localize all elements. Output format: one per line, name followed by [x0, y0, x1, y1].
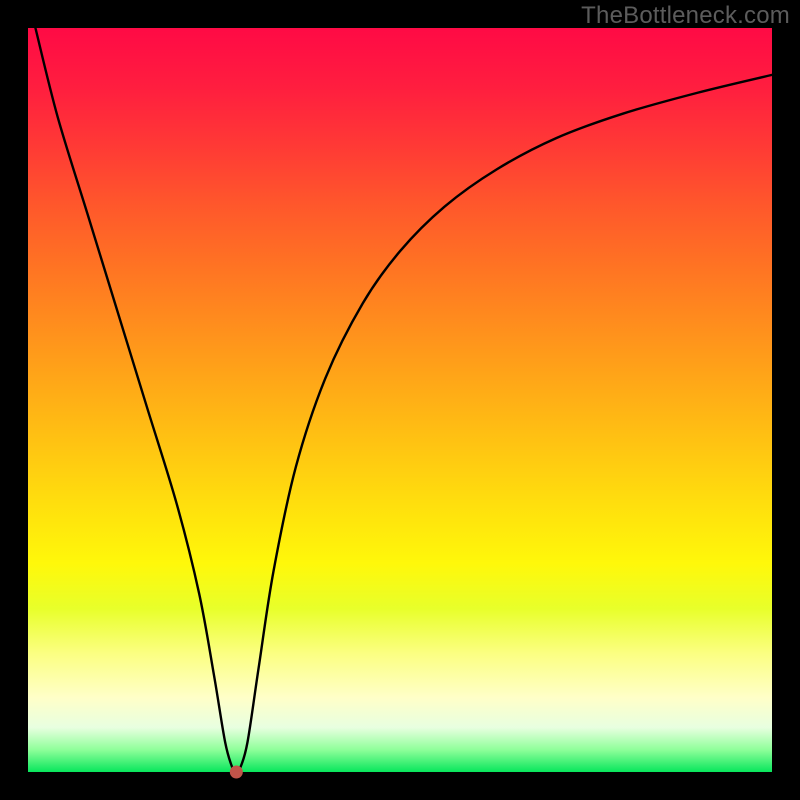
plot-area — [28, 28, 772, 772]
curve-svg — [28, 28, 772, 772]
curve-line — [35, 28, 772, 772]
chart-frame: TheBottleneck.com — [0, 0, 800, 800]
minimum-marker — [230, 766, 242, 778]
watermark-text: TheBottleneck.com — [581, 2, 790, 30]
